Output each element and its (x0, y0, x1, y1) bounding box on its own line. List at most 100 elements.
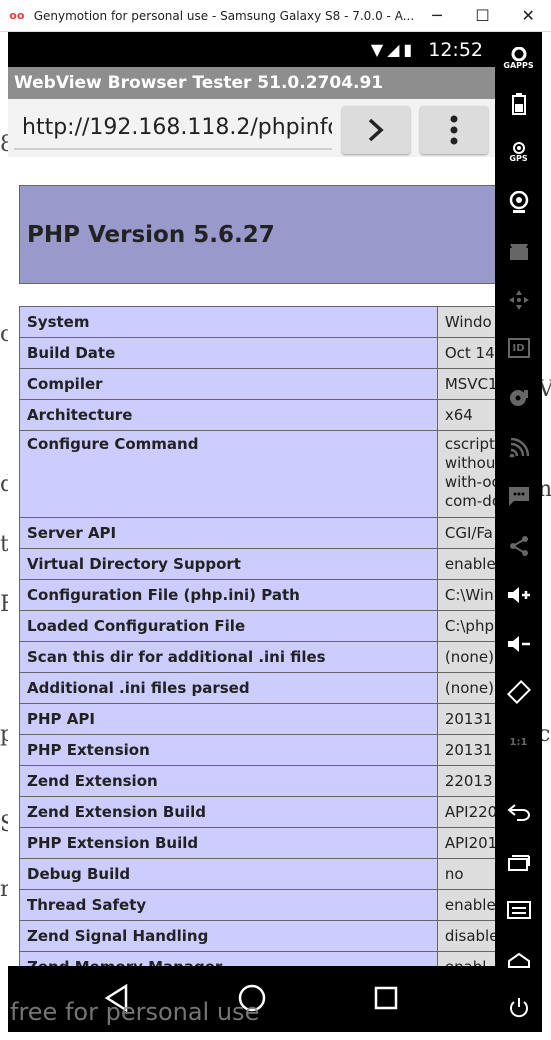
app-title: WebView Browser Tester 51.0.2704.91 (14, 73, 384, 93)
gapps-icon[interactable]: GAPPS (495, 38, 542, 78)
window-title: Genymotion for personal use - Samsung Ga… (33, 8, 415, 23)
row-key: Thread Safety (19, 889, 438, 921)
disk-io-icon[interactable] (495, 378, 542, 418)
row-key: Virtual Directory Support (19, 548, 438, 580)
row-value: enable (436, 548, 495, 580)
phpinfo-table: System Windo Build Date Oct 14 Compiler MSVC1… (19, 306, 495, 966)
phone-sms-icon[interactable] (495, 476, 542, 516)
back-triangle-icon[interactable] (104, 983, 130, 1013)
table-row: Virtual Directory Support enable (19, 548, 495, 580)
row-key: Build Date (19, 337, 438, 369)
volume-up-icon[interactable] (495, 575, 542, 615)
table-row: Thread Safety enable (19, 889, 495, 921)
row-key: Configuration File (php.ini) Path (19, 579, 438, 611)
emulator-screen: ▼◢▮ 12:52 WebView Browser Tester 51.0.27… (8, 32, 495, 966)
row-value: 20131 (436, 734, 495, 766)
gps-icon[interactable]: GPS (495, 132, 542, 172)
row-value-multiline: cscript withou with-oc com-do (444, 435, 495, 510)
row-value: Oct 14 (436, 337, 495, 369)
row-key: Zend Extension Build (19, 796, 438, 828)
webcam-icon[interactable] (495, 182, 542, 222)
table-row: PHP API 20131 (19, 703, 495, 735)
window-titlebar: oo Genymotion for personal use - Samsung… (0, 0, 551, 32)
table-row: Debug Build no (19, 858, 495, 890)
table-row: Architecture x64 (19, 399, 495, 431)
device-id-label: ID (512, 342, 525, 354)
go-button[interactable] (342, 106, 410, 154)
home-circle-icon[interactable] (237, 983, 267, 1013)
table-row: Build Date Oct 14 (19, 337, 495, 369)
overflow-menu-button[interactable] (420, 106, 488, 154)
row-value: 20131 (436, 703, 495, 735)
table-row: Zend Extension 22013 (19, 765, 495, 797)
row-value: Windo (436, 306, 495, 338)
url-input[interactable] (14, 106, 332, 150)
table-row: Server API CGI/Fa (19, 517, 495, 549)
minimize-button[interactable]: ─ (414, 0, 460, 32)
row-value: x64 (436, 399, 495, 431)
url-toolbar (8, 99, 495, 157)
row-value: C:\php (436, 610, 495, 642)
row-key: PHP Extension Build (19, 827, 438, 859)
row-key: Scan this dir for additional .ini files (19, 641, 438, 673)
pixel-perfect-icon[interactable]: 1:1 (495, 722, 542, 762)
php-version-header: PHP Version 5.6.27 (19, 185, 495, 284)
gapps-label: GAPPS (503, 60, 534, 70)
table-row: Additional .ini files parsed (none) (19, 672, 495, 704)
webview-content[interactable]: PHP Version 5.6.27 System Windo Build Date… (8, 157, 495, 966)
screencast-icon[interactable] (495, 232, 542, 272)
menu-icon[interactable] (495, 890, 542, 930)
share-icon[interactable] (495, 526, 542, 566)
table-row: Zend Memory Managerenabl (19, 951, 495, 966)
device-id-icon[interactable]: ID (495, 328, 542, 368)
row-key: Debug Build (19, 858, 438, 890)
maximize-button[interactable]: ☐ (460, 0, 506, 32)
genymotion-logo-icon: oo (9, 9, 25, 22)
row-key: Loaded Configuration File (19, 610, 438, 642)
table-row: Loaded Configuration File C:\php (19, 610, 495, 642)
rotate-icon[interactable] (495, 672, 542, 712)
row-key: Zend Extension (19, 765, 438, 797)
row-key: Architecture (19, 399, 438, 431)
row-value: (none) (436, 641, 495, 673)
android-nav-bar (8, 966, 495, 1032)
row-key: System (19, 306, 438, 338)
php-version-title: PHP Version 5.6.27 (27, 221, 275, 248)
app-title-bar: WebView Browser Tester 51.0.2704.91 (8, 67, 495, 99)
recent-apps-icon[interactable] (495, 842, 542, 882)
row-value: no (436, 858, 495, 890)
remote-control-icon[interactable] (495, 280, 542, 320)
row-value: disable (436, 920, 495, 952)
row-value: API201 (436, 827, 495, 859)
network-icon[interactable] (495, 428, 542, 468)
row-key: Additional .ini files parsed (19, 672, 438, 704)
row-value: 22013 (436, 765, 495, 797)
power-icon[interactable] (495, 988, 542, 1028)
row-value: CGI/Fa (436, 517, 495, 549)
row-key: Zend Memory Manager (19, 951, 438, 966)
row-key: Server API (19, 517, 438, 549)
emulator-side-toolbar: GAPPS GPS ID 1:1 (495, 32, 542, 1032)
close-button[interactable]: ✕ (505, 0, 551, 32)
gps-label: GPS (509, 153, 528, 163)
row-key: PHP API (19, 703, 438, 735)
android-status-bar: ▼◢▮ 12:52 (8, 32, 495, 67)
table-row: Configuration File (php.ini) Path C:\Win (19, 579, 495, 611)
row-key: PHP Extension (19, 734, 438, 766)
row-key: Compiler (19, 368, 438, 400)
row-value: cscript withou with-oc com-do (436, 430, 495, 518)
recent-square-icon[interactable] (373, 983, 399, 1013)
row-key: Configure Command (19, 430, 438, 518)
home-side-icon[interactable] (495, 940, 542, 980)
volume-down-icon[interactable] (495, 624, 542, 664)
status-icons: ▼◢▮ (370, 40, 417, 59)
row-value: API220 (436, 796, 495, 828)
table-row: Compiler MSVC1 (19, 368, 495, 400)
row-value: MSVC1 (436, 368, 495, 400)
table-row: System Windo (19, 306, 495, 338)
status-time: 12:52 (428, 38, 483, 61)
table-row: PHP Extension Build API201 (19, 827, 495, 859)
battery-icon[interactable] (495, 84, 542, 124)
back-nav-icon[interactable] (495, 792, 542, 832)
row-key: Zend Signal Handling (19, 920, 438, 952)
